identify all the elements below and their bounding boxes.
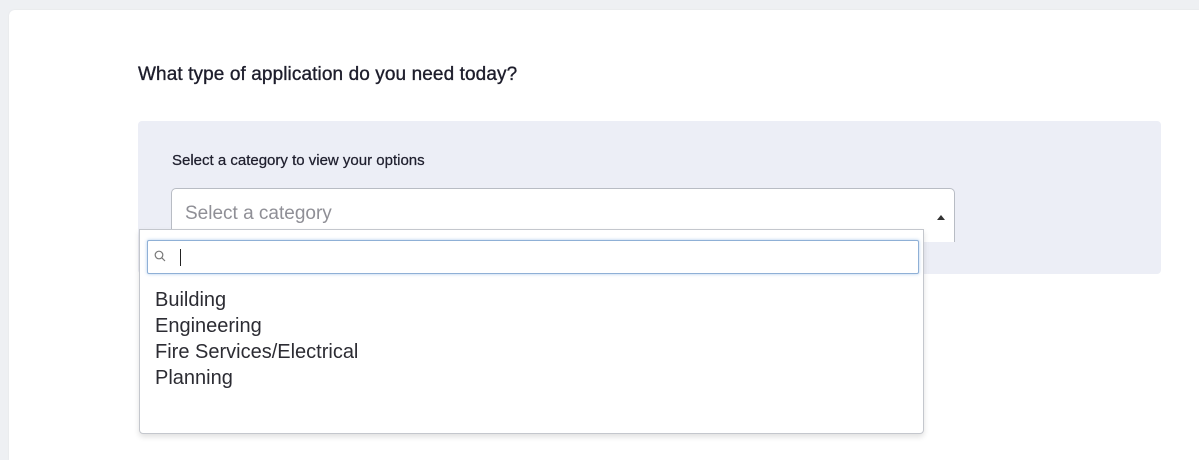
option-building[interactable]: Building: [140, 287, 923, 313]
page-question-title: What type of application do you need tod…: [138, 64, 518, 85]
option-planning[interactable]: Planning: [140, 365, 923, 391]
search-icon: [154, 250, 166, 262]
category-label: Select a category to view your options: [172, 152, 425, 169]
category-select-placeholder: Select a category: [185, 203, 332, 224]
dropdown-search-field[interactable]: [147, 240, 919, 274]
category-options-list: Building Engineering Fire Services/Elect…: [140, 287, 923, 391]
option-fire-services-electrical[interactable]: Fire Services/Electrical: [140, 339, 923, 365]
chevron-up-icon[interactable]: [937, 215, 945, 220]
category-dropdown: Building Engineering Fire Services/Elect…: [139, 229, 924, 434]
text-caret: [180, 249, 181, 266]
option-engineering[interactable]: Engineering: [140, 313, 923, 339]
dropdown-search-input[interactable]: [170, 245, 912, 269]
